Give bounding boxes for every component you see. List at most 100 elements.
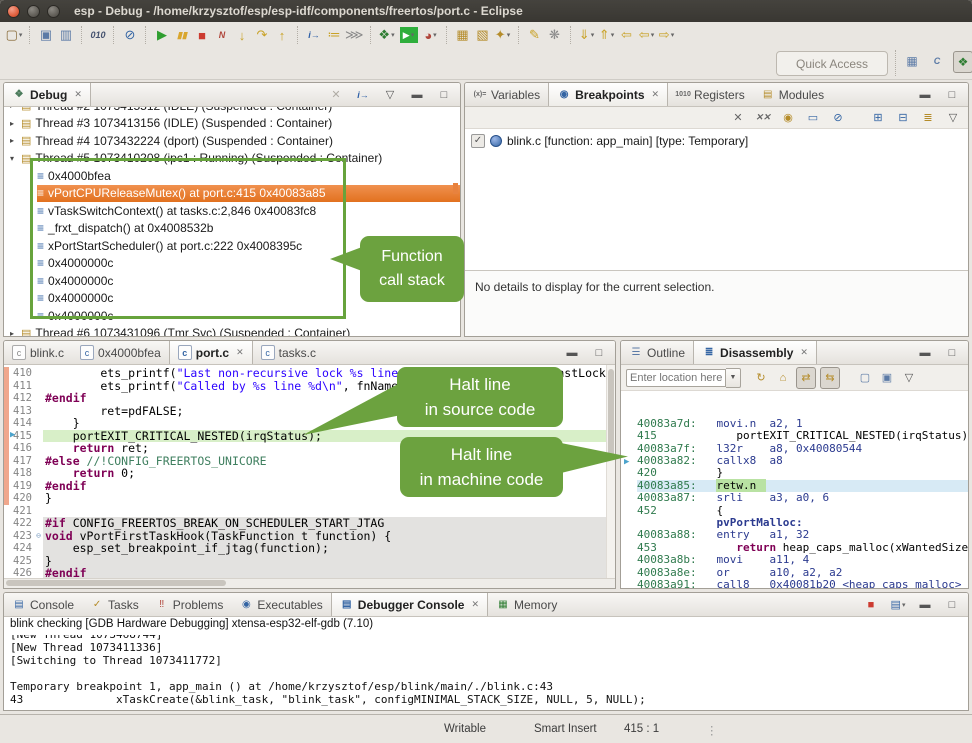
maximize-icon[interactable]: □	[590, 343, 608, 363]
expander-icon[interactable]: ▸	[10, 107, 21, 110]
editor-vertical-scrollbar[interactable]	[606, 365, 615, 578]
tab-debugger-console[interactable]: ▤Debugger Console✕	[331, 593, 488, 616]
maximize-icon[interactable]: □	[943, 343, 961, 363]
minimize-icon[interactable]: ▬	[408, 85, 426, 105]
group-by-icon[interactable]: ≣	[919, 108, 937, 128]
refresh-icon[interactable]: ↻	[752, 368, 770, 388]
debug-icon[interactable]: ❖▾	[378, 25, 396, 45]
tab-port-c[interactable]: c port.c ✕	[169, 341, 253, 364]
instruction-stepping-mode-icon[interactable]: i→	[354, 85, 372, 105]
show-debug-toolbar-icon[interactable]: ≔	[325, 25, 343, 45]
stack-frame-row[interactable]: ≡vPortCPUReleaseMutex() at port.c:415 0x…	[37, 185, 460, 203]
track-expression-icon[interactable]: ⇆	[820, 367, 840, 389]
minimize-icon[interactable]: ▬	[916, 343, 934, 363]
close-icon[interactable]: ✕	[471, 599, 479, 610]
sync-with-debug-context-icon[interactable]: ⇄	[796, 367, 816, 389]
expander-icon[interactable]: ▸	[10, 136, 21, 145]
window-maximize-button[interactable]	[47, 5, 60, 18]
terminate-icon[interactable]: ■	[193, 25, 211, 45]
step-over-icon[interactable]: ↷	[253, 25, 271, 45]
code-line-424[interactable]: 424 esp_set_breakpoint_if_jtag(function)…	[4, 542, 615, 555]
last-edit-location-icon[interactable]: ⇓▾	[578, 25, 596, 45]
thread-row[interactable]: ▸▤Thread #4 1073432224 (dport) (Suspende…	[4, 132, 460, 150]
tab-memory[interactable]: ▦Memory	[488, 593, 565, 616]
collapse-all-icon[interactable]: ⊟	[894, 108, 912, 128]
tab-outline[interactable]: ☰ Outline	[621, 341, 693, 364]
back-to-last-location-icon[interactable]: ⇦	[618, 25, 636, 45]
run-icon[interactable]: ▶▾	[400, 27, 418, 43]
fold-icon[interactable]: ⊖	[34, 530, 43, 543]
stack-frame-row[interactable]: ≡0x4000bfea	[37, 167, 460, 185]
step-return-icon[interactable]: ↑	[273, 25, 291, 45]
go-to-file-for-breakpoint-icon[interactable]: ▭	[804, 108, 822, 128]
window-minimize-button[interactable]	[27, 5, 40, 18]
remove-console-icon[interactable]: ■	[862, 595, 880, 615]
close-icon[interactable]: ✕	[800, 347, 808, 358]
view-menu-icon[interactable]: ▽	[944, 108, 962, 128]
tab-registers[interactable]: 1010 Registers	[668, 83, 753, 106]
location-dropdown-icon[interactable]: ▼	[726, 368, 741, 388]
tab-problems[interactable]: ‼Problems	[147, 593, 232, 616]
remove-all-breakpoints-icon[interactable]: ✕✕	[754, 108, 772, 128]
minimize-icon[interactable]: ▬	[916, 85, 934, 105]
remove-selected-breakpoints-icon[interactable]: ✕	[729, 108, 747, 128]
tab-modules[interactable]: ▤ Modules	[753, 83, 832, 106]
save-all-icon[interactable]: ▥	[57, 25, 75, 45]
maximize-icon[interactable]: □	[435, 85, 453, 105]
tab-variables[interactable]: (x)= Variables	[465, 83, 548, 106]
toggle-mark-occurrences-icon[interactable]: ❋	[546, 25, 564, 45]
tab-blink-c[interactable]: c blink.c	[4, 341, 72, 364]
disassembly-listing[interactable]: 40083a7d: movi.n a2, 1415 portEXIT_CRITI…	[621, 391, 968, 588]
resume-icon[interactable]: ▶	[153, 25, 171, 45]
breakpoint-item[interactable]: ✓ blink.c [function: app_main] [type: Te…	[471, 134, 962, 148]
close-icon[interactable]: ✕	[236, 347, 244, 358]
tab-debug[interactable]: ❖ Debug ✕	[4, 83, 91, 106]
back-icon[interactable]: ⇦▾	[638, 25, 656, 45]
tab-0x4000bfea[interactable]: c 0x4000bfea	[72, 341, 169, 364]
open-perspective-icon[interactable]: ▦	[903, 51, 921, 71]
cpp-perspective-icon[interactable]: C	[928, 51, 946, 71]
next-annotation-icon[interactable]: ⇑▾	[598, 25, 616, 45]
new-disassembly-view-icon[interactable]: ▢	[856, 368, 874, 388]
code-line-425[interactable]: 425}	[4, 555, 615, 568]
step-into-icon[interactable]: ↓	[233, 25, 251, 45]
stack-frame-row[interactable]: ≡0x4000000c	[37, 307, 460, 325]
tab-tasks[interactable]: ✓Tasks	[82, 593, 147, 616]
location-input[interactable]	[626, 369, 726, 387]
debug-binary-icon[interactable]: 010	[89, 25, 107, 45]
minimize-icon[interactable]: ▬	[563, 343, 581, 363]
view-menu-icon[interactable]: ▽	[381, 85, 399, 105]
expand-all-icon[interactable]: ⊞	[869, 108, 887, 128]
use-step-filters-icon[interactable]: ⋙	[345, 25, 364, 45]
maximize-icon[interactable]: □	[943, 85, 961, 105]
new-c-file-icon[interactable]: ▧	[474, 25, 492, 45]
forward-icon[interactable]: ⇨▾	[658, 25, 676, 45]
close-icon[interactable]: ✕	[74, 89, 82, 100]
breakpoint-checkbox[interactable]: ✓	[471, 134, 485, 148]
thread-row[interactable]: ▸▤Thread #3 1073413156 (IDLE) (Suspended…	[4, 115, 460, 133]
open-element-icon[interactable]: ✎	[526, 25, 544, 45]
debug-perspective-icon[interactable]: ❖	[953, 51, 972, 73]
show-breakpoints-supported-icon[interactable]: ◉	[779, 108, 797, 128]
expander-icon[interactable]: ▸	[10, 329, 21, 336]
display-selected-console-icon[interactable]: ▤▾	[889, 595, 907, 615]
new-wizard-icon[interactable]: ▢▾	[5, 25, 23, 45]
console-output[interactable]: [New Thread 1073468744][New Thread 10734…	[4, 635, 968, 710]
tab-disassembly[interactable]: ≣ Disassembly ✕	[693, 341, 817, 364]
minimize-icon[interactable]: ▬	[916, 595, 934, 615]
external-tools-icon[interactable]: ◕▾	[422, 25, 440, 45]
stack-frame-row[interactable]: ≡_frxt_dispatch() at 0x4008532b	[37, 220, 460, 238]
expander-icon[interactable]: ▸	[10, 119, 21, 128]
tab-breakpoints[interactable]: ◉ Breakpoints ✕	[548, 83, 668, 106]
remove-all-terminated-icon[interactable]: ✕	[327, 85, 345, 105]
tab-tasks-c[interactable]: c tasks.c	[253, 341, 324, 364]
thread-row[interactable]: ▾▤Thread #5 1073410208 (ipc1 : Running) …	[4, 150, 460, 168]
view-menu-icon[interactable]: ▽	[900, 368, 918, 388]
suspend-icon[interactable]: ▮▮	[173, 25, 191, 45]
home-icon[interactable]: ⌂	[774, 368, 792, 388]
new-c-project-icon[interactable]: ▦	[454, 25, 472, 45]
quick-access-button[interactable]: Quick Access	[776, 51, 888, 76]
close-icon[interactable]: ✕	[652, 89, 660, 100]
tab-executables[interactable]: ◉Executables	[231, 593, 330, 616]
thread-row[interactable]: ▸▤Thread #6 1073431096 (Tmr Svc) (Suspen…	[4, 325, 460, 337]
